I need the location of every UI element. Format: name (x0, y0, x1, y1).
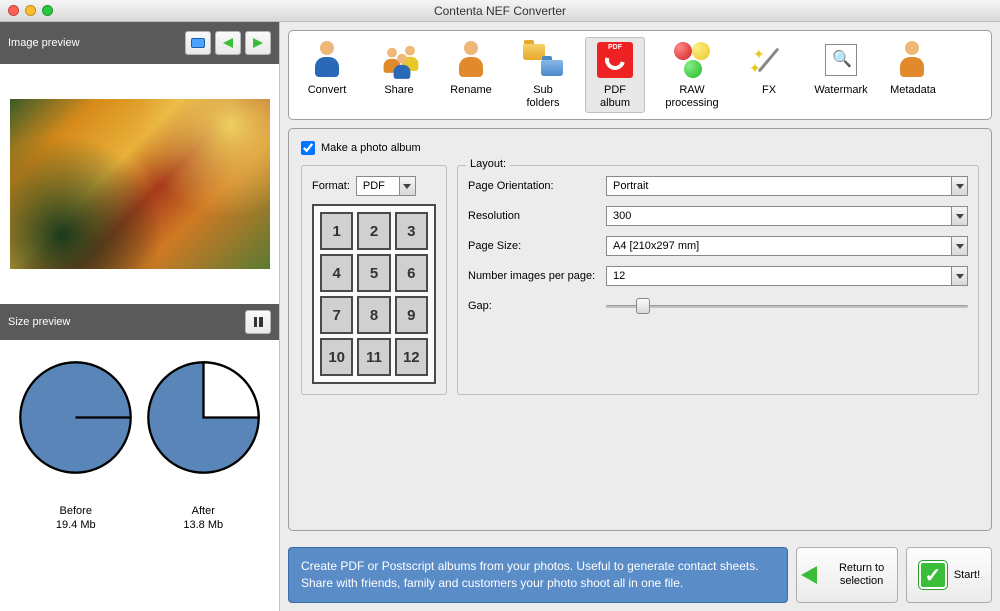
after-value: 13.8 Mb (144, 518, 264, 532)
chevron-down-icon[interactable] (951, 237, 967, 255)
preview-photo (10, 99, 270, 269)
titlebar: Contenta NEF Converter (0, 0, 1000, 22)
make-album-checkbox[interactable] (301, 141, 315, 155)
folders-icon (523, 42, 563, 78)
bottom-bar: Create PDF or Postscript albums from you… (288, 547, 992, 603)
zoom-icon[interactable] (42, 5, 53, 16)
close-icon[interactable] (8, 5, 19, 16)
tool-raw[interactable]: RAW processing (657, 37, 727, 113)
format-label: Format: (312, 180, 350, 192)
tool-subfolders-label: Sub folders (516, 84, 570, 110)
fx-icon (749, 42, 789, 78)
layout-panel: Layout: Page Orientation: Resolution (457, 165, 979, 395)
grid-cell: 4 (320, 254, 353, 292)
before-label: Before (16, 504, 136, 518)
before-value: 19.4 Mb (16, 518, 136, 532)
start-label: Start! (954, 569, 980, 582)
tool-fx-label: FX (742, 84, 796, 97)
grid-cell: 5 (357, 254, 390, 292)
window-title: Contenta NEF Converter (0, 4, 1000, 18)
size-preview-body: Before 19.4 Mb After 13.8 Mb (0, 340, 279, 611)
tool-metadata-label: Metadata (886, 84, 940, 97)
grid-cell: 6 (395, 254, 428, 292)
orientation-label: Page Orientation: (468, 180, 606, 192)
grid-cell: 9 (395, 296, 428, 334)
resolution-field[interactable] (606, 206, 968, 226)
tool-watermark[interactable]: Watermark (811, 37, 871, 100)
page-size-field[interactable] (606, 236, 968, 256)
format-panel: Format: 123456789101112 (301, 165, 447, 395)
chevron-down-icon[interactable] (951, 177, 967, 195)
gap-label: Gap: (468, 300, 606, 312)
image-preview-box (0, 64, 279, 304)
slider-thumb-icon[interactable] (636, 298, 650, 314)
pie-after (146, 360, 261, 475)
image-preview-header: Image preview (0, 22, 279, 64)
tool-raw-label: RAW processing (660, 84, 724, 110)
page-size-label: Page Size: (468, 240, 606, 252)
return-button[interactable]: Return to selection (796, 547, 898, 603)
tool-share[interactable]: Share (369, 37, 429, 100)
tool-convert[interactable]: Convert (297, 37, 357, 100)
resolution-label: Resolution (468, 210, 606, 222)
chevron-down-icon[interactable] (951, 207, 967, 225)
make-album-label: Make a photo album (321, 142, 421, 154)
page-grid-preview: 123456789101112 (312, 204, 436, 384)
pie-before (18, 360, 133, 475)
settings-panel: Make a photo album Format: 1234567891011… (288, 128, 992, 531)
tool-fx[interactable]: FX (739, 37, 799, 100)
grid-cell: 7 (320, 296, 353, 334)
pause-button[interactable] (245, 310, 271, 334)
grid-cell: 1 (320, 212, 353, 250)
arrow-right-icon (253, 38, 263, 48)
info-box: Create PDF or Postscript albums from you… (288, 547, 788, 603)
image-preview-label: Image preview (8, 37, 80, 49)
grid-cell: 2 (357, 212, 390, 250)
grid-cell: 10 (320, 338, 353, 376)
orientation-field[interactable] (606, 176, 968, 196)
num-images-field[interactable] (606, 266, 968, 286)
left-panel: Image preview Size preview (0, 22, 280, 611)
size-preview-header: Size preview (0, 304, 279, 340)
prev-button[interactable] (215, 31, 241, 55)
gap-slider[interactable] (606, 296, 968, 316)
return-label: Return to selection (826, 562, 897, 588)
right-panel: Convert Share Rename Sub folders P (280, 22, 1000, 611)
tool-rename[interactable]: Rename (441, 37, 501, 100)
tool-metadata[interactable]: Metadata (883, 37, 943, 100)
next-button[interactable] (245, 31, 271, 55)
tool-convert-label: Convert (300, 84, 354, 97)
size-preview-label: Size preview (8, 316, 70, 328)
format-value[interactable] (357, 177, 399, 195)
tool-subfolders[interactable]: Sub folders (513, 37, 573, 113)
tool-watermark-label: Watermark (814, 84, 868, 97)
check-icon: ✓ (919, 561, 947, 589)
layout-legend: Layout: (466, 158, 510, 170)
tool-share-label: Share (372, 84, 426, 97)
minimize-icon[interactable] (25, 5, 36, 16)
pdf-icon (597, 42, 633, 78)
tool-rename-label: Rename (444, 84, 498, 97)
grid-cell: 12 (395, 338, 428, 376)
monitor-button[interactable] (185, 31, 211, 55)
toolbar: Convert Share Rename Sub folders P (288, 30, 992, 120)
watermark-icon (825, 44, 857, 76)
chevron-down-icon[interactable] (951, 267, 967, 285)
tool-pdf-album[interactable]: PDF album (585, 37, 645, 113)
format-combo[interactable] (356, 176, 416, 196)
grid-cell: 11 (357, 338, 390, 376)
grid-cell: 8 (357, 296, 390, 334)
raw-icon (672, 42, 712, 78)
num-images-label: Number images per page: (468, 270, 606, 282)
start-button[interactable]: ✓ Start! (906, 547, 992, 603)
monitor-icon (191, 38, 205, 48)
after-label: After (144, 504, 264, 518)
grid-cell: 3 (395, 212, 428, 250)
format-dropdown-icon[interactable] (399, 177, 415, 195)
pause-icon (254, 317, 263, 327)
arrow-left-icon (801, 566, 817, 584)
arrow-left-icon (223, 38, 233, 48)
tool-pdf-label: PDF album (588, 84, 642, 110)
